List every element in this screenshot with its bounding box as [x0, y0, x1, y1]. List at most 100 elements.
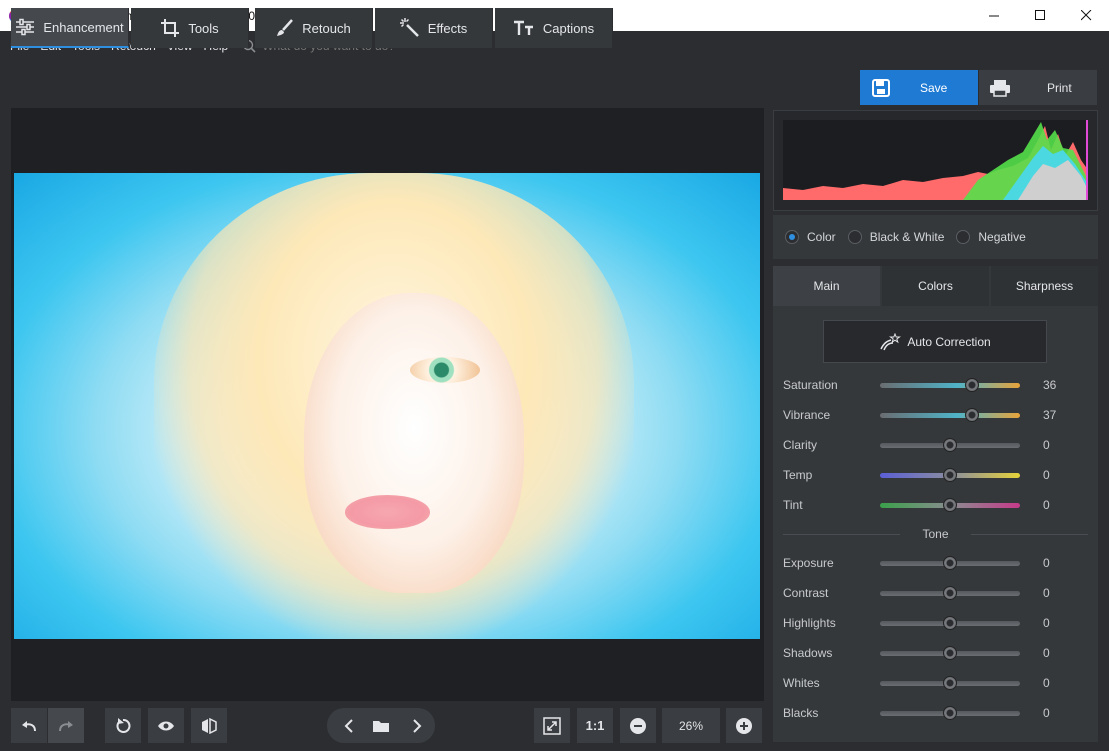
tab-label: Effects — [427, 20, 468, 36]
slider-value: 0 — [1043, 468, 1050, 482]
next-image-button[interactable] — [399, 708, 435, 743]
preview-button[interactable] — [148, 708, 184, 743]
slider-value: 36 — [1043, 378, 1057, 392]
mode-negative-radio[interactable]: Negative — [956, 230, 1026, 244]
fit-screen-icon — [543, 716, 561, 735]
minimize-icon — [988, 15, 999, 17]
zoom-level[interactable]: 26% — [662, 708, 720, 743]
tab-retouch[interactable]: Retouch — [255, 8, 373, 48]
print-button[interactable]: Print — [979, 70, 1097, 105]
slider-label: Highlights — [783, 616, 836, 630]
minimize-button[interactable] — [971, 0, 1017, 31]
panel-tab-main[interactable]: Main — [773, 266, 880, 306]
save-button[interactable]: Save — [860, 70, 978, 105]
panel-tab-sharpness[interactable]: Sharpness — [991, 266, 1098, 306]
mode-label: Color — [807, 230, 836, 244]
photo-lips — [345, 495, 430, 529]
slider-handle[interactable] — [943, 615, 957, 630]
slider-row-contrast: Contrast 0 — [783, 583, 1083, 603]
tab-tools[interactable]: Tools — [131, 8, 249, 48]
crop-icon — [161, 19, 180, 37]
clarity-slider[interactable] — [880, 437, 1020, 452]
slider-row-exposure: Exposure 0 — [783, 553, 1083, 573]
floppy-disk-icon — [872, 78, 890, 97]
slider-handle[interactable] — [965, 407, 980, 422]
fit-to-screen-button[interactable] — [534, 708, 570, 743]
slider-row-highlights: Highlights 0 — [783, 613, 1083, 633]
slider-handle[interactable] — [943, 555, 957, 570]
slider-label: Saturation — [783, 378, 838, 392]
eye-icon — [158, 721, 174, 730]
tab-label: Tools — [188, 20, 219, 36]
slider-label: Blacks — [783, 706, 819, 720]
sliders-icon — [16, 18, 35, 36]
chevron-left-icon — [344, 718, 353, 733]
folder-icon — [373, 720, 389, 732]
histogram-graph — [783, 120, 1088, 200]
slider-value: 0 — [1043, 616, 1050, 630]
actual-size-button[interactable]: 1:1 — [577, 708, 613, 743]
mode-color-radio[interactable]: Color — [785, 230, 836, 244]
auto-correction-button[interactable]: Auto Correction — [823, 320, 1047, 363]
mode-label: Black & White — [869, 230, 945, 244]
open-folder-button[interactable] — [363, 708, 399, 743]
tab-effects[interactable]: Effects — [375, 8, 493, 48]
slider-handle[interactable] — [943, 437, 957, 452]
slider-label: Tint — [783, 498, 803, 512]
undo-button[interactable] — [11, 708, 47, 743]
close-button[interactable] — [1063, 0, 1109, 31]
slider-handle[interactable] — [943, 467, 957, 482]
text-icon — [513, 20, 533, 35]
contrast-slider[interactable] — [880, 585, 1020, 600]
vibrance-slider[interactable] — [880, 407, 1020, 422]
slider-handle[interactable] — [943, 497, 957, 512]
slider-handle[interactable] — [965, 377, 980, 392]
previous-image-button[interactable] — [331, 708, 367, 743]
reset-button[interactable] — [105, 708, 141, 743]
slider-label: Whites — [783, 676, 820, 690]
zoom-in-button[interactable] — [726, 708, 762, 743]
magic-wand-icon — [399, 18, 419, 37]
slider-handle[interactable] — [943, 645, 957, 660]
panel-tab-colors[interactable]: Colors — [882, 266, 989, 306]
slider-handle[interactable] — [943, 585, 957, 600]
slider-row-temp: Temp 0 — [783, 465, 1083, 485]
undo-icon — [22, 720, 36, 731]
maximize-button[interactable] — [1017, 0, 1063, 31]
tab-label: Retouch — [302, 20, 351, 36]
highlights-slider[interactable] — [880, 615, 1020, 630]
tab-captions[interactable]: Captions — [495, 8, 613, 48]
saturation-slider[interactable] — [880, 377, 1020, 392]
compare-button[interactable] — [191, 708, 227, 743]
mode-bw-radio[interactable]: Black & White — [847, 230, 945, 244]
slider-value: 0 — [1043, 676, 1050, 690]
slider-label: Vibrance — [783, 408, 831, 422]
histogram-plot — [783, 120, 1088, 200]
temp-slider[interactable] — [880, 467, 1020, 482]
radio-checked-icon — [785, 230, 799, 244]
tab-enhancement[interactable]: Enhancement — [11, 8, 129, 48]
zoom-out-button[interactable] — [620, 708, 656, 743]
save-label: Save — [920, 80, 948, 95]
tone-section-header: Tone — [783, 526, 1088, 542]
chevron-right-icon — [413, 718, 422, 733]
blacks-slider[interactable] — [880, 705, 1020, 720]
adjustments-panel: Main Colors Sharpness Auto Correction Sa… — [773, 266, 1098, 742]
tone-title: Tone — [922, 527, 949, 541]
exposure-slider[interactable] — [880, 555, 1020, 570]
slider-handle[interactable] — [943, 705, 957, 720]
slider-handle[interactable] — [943, 675, 957, 690]
whites-slider[interactable] — [880, 675, 1020, 690]
tint-slider[interactable] — [880, 497, 1020, 512]
shadows-slider[interactable] — [880, 645, 1020, 660]
printer-icon — [990, 79, 1010, 97]
photo-face-region — [304, 293, 524, 593]
maximize-icon — [1034, 10, 1045, 20]
slider-value: 0 — [1043, 556, 1050, 570]
slider-row-whites: Whites 0 — [783, 673, 1083, 693]
redo-button[interactable] — [48, 708, 84, 743]
slider-label: Clarity — [783, 438, 818, 452]
mode-label: Negative — [978, 230, 1026, 244]
slider-label: Contrast — [783, 586, 829, 600]
slider-row-tint: Tint 0 — [783, 495, 1083, 515]
